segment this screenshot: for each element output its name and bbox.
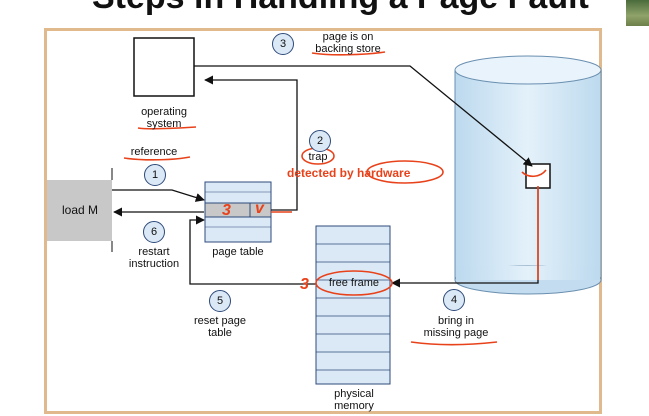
physical-memory-stack xyxy=(315,225,391,385)
step-4-badge: 4 xyxy=(443,289,465,311)
operating-system-box xyxy=(133,37,195,97)
step-2-badge: 2 xyxy=(309,130,331,152)
page-table-mark-3: 3 xyxy=(222,202,231,219)
backing-store-label: page is on backing store xyxy=(315,31,381,55)
page-table-label: page table xyxy=(212,246,264,258)
slide: Steps in Handling a Page Fault xyxy=(0,0,649,416)
bring-in-label: bring in missing page xyxy=(423,315,489,339)
step-3-badge: 3 xyxy=(272,33,294,55)
operating-system-label: operating system xyxy=(141,106,187,130)
load-m-label: load M xyxy=(61,203,99,217)
reference-label: reference xyxy=(130,146,178,158)
arrow-reference xyxy=(112,189,205,202)
free-frame-mark-3: 3 xyxy=(300,276,309,293)
reset-page-table-label: reset page table xyxy=(194,315,246,339)
step-6-badge: 6 xyxy=(143,221,165,243)
physical-memory-label: physical memory xyxy=(334,388,374,412)
detected-by-hardware-annotation: detected by hardware xyxy=(287,166,411,180)
restart-instruction-label: restart instruction xyxy=(128,246,180,270)
step-5-badge: 5 xyxy=(209,290,231,312)
step-1-badge: 1 xyxy=(144,164,166,186)
page-table-mark-v: v xyxy=(255,200,264,217)
trap-label: trap xyxy=(308,151,328,163)
free-frame-label: free frame xyxy=(328,277,380,289)
